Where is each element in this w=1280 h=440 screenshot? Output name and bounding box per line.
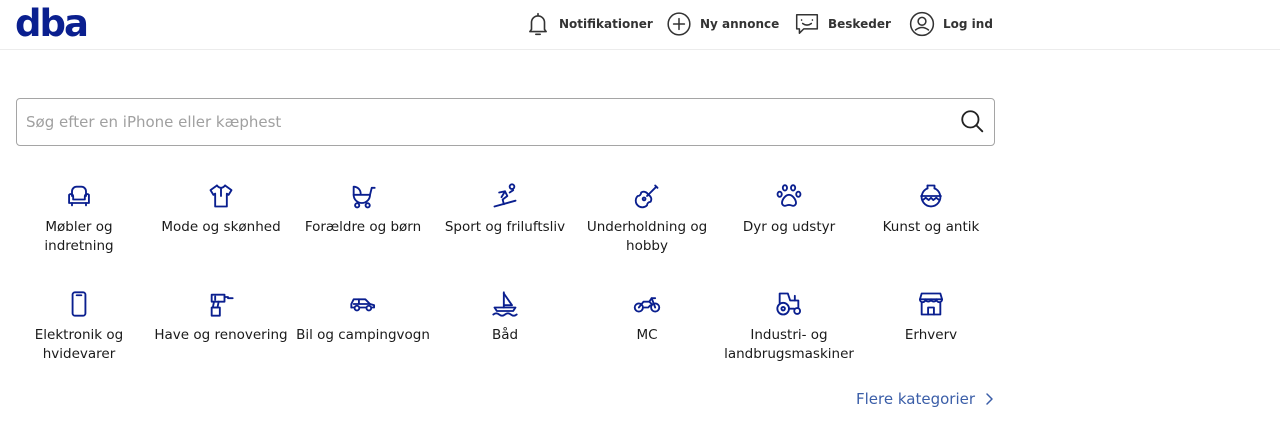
user-circle-icon bbox=[909, 11, 935, 37]
category-label: Elektronik og hvidevarer bbox=[34, 327, 124, 362]
skier-icon bbox=[493, 183, 517, 208]
smartphone-icon bbox=[71, 291, 87, 317]
category-mode[interactable]: Mode og skønhed bbox=[151, 182, 291, 237]
chevron-right-icon bbox=[986, 393, 993, 405]
more-categories-link[interactable]: Flere kategorier bbox=[856, 390, 995, 408]
category-label: Have og renovering bbox=[154, 327, 288, 343]
category-have[interactable]: Have og renovering bbox=[151, 290, 291, 345]
store-icon bbox=[918, 292, 944, 316]
search-bar bbox=[16, 98, 995, 146]
vase-icon bbox=[920, 184, 942, 208]
category-underholdning[interactable]: Underholdning og hobby bbox=[577, 182, 717, 256]
category-label: Møbler og indretning bbox=[44, 219, 114, 254]
category-kunst[interactable]: Kunst og antik bbox=[861, 182, 1001, 237]
messages-label: Beskeder bbox=[828, 17, 891, 31]
shirt-icon bbox=[209, 184, 233, 208]
search-icon bbox=[961, 109, 984, 132]
category-label: MC bbox=[636, 327, 658, 343]
login-button[interactable]: Log ind bbox=[909, 9, 993, 39]
new-ad-button[interactable]: Ny annonce bbox=[666, 9, 779, 39]
dba-logo[interactable]: dba bbox=[15, 4, 89, 44]
category-mc[interactable]: MC bbox=[577, 290, 717, 345]
category-elektronik[interactable]: Elektronik og hvidevarer bbox=[9, 290, 149, 364]
search-button[interactable] bbox=[956, 107, 988, 137]
paw-icon bbox=[776, 184, 802, 207]
category-moebler[interactable]: Møbler og indretning bbox=[9, 182, 149, 256]
category-sport[interactable]: Sport og friluftsliv bbox=[435, 182, 575, 237]
category-label: Industri- og landbrugsmaskiner bbox=[724, 327, 854, 362]
bell-icon bbox=[529, 12, 547, 36]
motorcycle-icon bbox=[633, 297, 661, 313]
category-bil[interactable]: Bil og campingvogn bbox=[293, 290, 433, 345]
guitar-icon bbox=[634, 184, 659, 209]
category-label: Mode og skønhed bbox=[161, 219, 281, 235]
top-bar: dba Notifikationer Ny annonce Beskeder L… bbox=[0, 0, 1280, 50]
category-dyr[interactable]: Dyr og udstyr bbox=[719, 182, 859, 237]
category-label: Bil og campingvogn bbox=[296, 327, 430, 343]
notifications-label: Notifikationer bbox=[559, 17, 653, 31]
category-foraeldre[interactable]: Forældre og børn bbox=[293, 182, 433, 237]
category-label: Sport og friluftsliv bbox=[444, 219, 566, 235]
category-label: Erhverv bbox=[904, 327, 958, 343]
stroller-icon bbox=[352, 185, 376, 209]
more-categories-label: Flere kategorier bbox=[856, 390, 976, 408]
chat-icon bbox=[795, 14, 819, 34]
category-industri[interactable]: Industri- og landbrugsmaskiner bbox=[719, 290, 859, 364]
search-input[interactable] bbox=[18, 100, 948, 144]
category-label: Kunst og antik bbox=[882, 219, 980, 235]
notifications-button[interactable]: Notifikationer bbox=[525, 9, 653, 39]
car-icon bbox=[350, 298, 376, 312]
category-label: Dyr og udstyr bbox=[742, 219, 836, 235]
plus-circle-icon bbox=[667, 12, 691, 36]
category-erhverv[interactable]: Erhverv bbox=[861, 290, 1001, 345]
category-label: Forældre og børn bbox=[304, 219, 422, 235]
tractor-icon bbox=[776, 292, 802, 316]
category-baad[interactable]: Båd bbox=[435, 290, 575, 345]
category-label: Båd bbox=[491, 327, 519, 343]
drill-icon bbox=[210, 293, 234, 317]
login-label: Log ind bbox=[943, 17, 993, 31]
boat-icon bbox=[492, 291, 518, 317]
category-label: Underholdning og hobby bbox=[586, 219, 708, 254]
new-ad-label: Ny annonce bbox=[700, 17, 780, 31]
armchair-icon bbox=[68, 185, 90, 207]
messages-button[interactable]: Beskeder bbox=[794, 9, 891, 39]
